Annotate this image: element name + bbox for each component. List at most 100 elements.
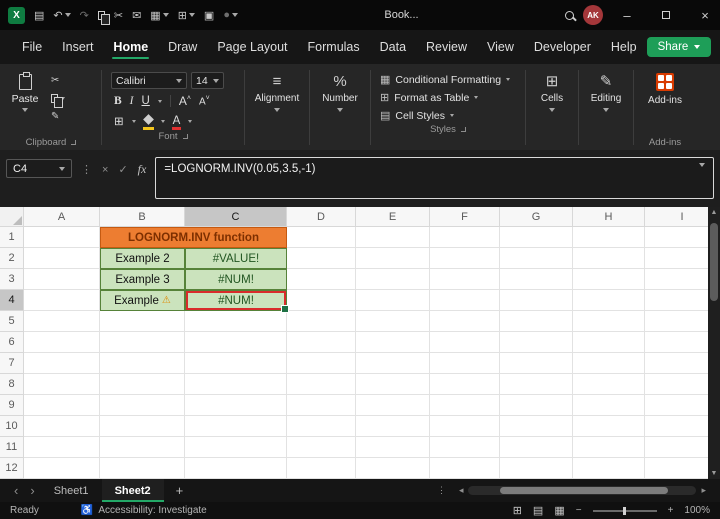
cell-D6[interactable]	[287, 332, 356, 353]
vertical-scroll-thumb[interactable]	[710, 223, 718, 301]
minimize-button[interactable]: –	[612, 0, 642, 30]
zoom-in-button[interactable]: +	[668, 505, 674, 516]
cell-G7[interactable]	[500, 353, 573, 374]
copy-button[interactable]	[51, 92, 65, 108]
cell-E11[interactable]	[356, 437, 430, 458]
redo-button[interactable]: ↷	[80, 9, 89, 22]
menu-help[interactable]: Help	[601, 30, 647, 64]
cell-E7[interactable]	[356, 353, 430, 374]
row-header-6[interactable]: 6	[0, 332, 24, 353]
cell-G1[interactable]	[500, 227, 573, 248]
bold-button[interactable]: B	[114, 95, 122, 107]
cell-G11[interactable]	[500, 437, 573, 458]
row-header-12[interactable]: 12	[0, 458, 24, 479]
column-header-D[interactable]: D	[287, 207, 356, 227]
cell-H1[interactable]	[573, 227, 645, 248]
cell-F4[interactable]	[430, 290, 500, 311]
cell-styles-button[interactable]: ▤ Cell Styles	[380, 109, 520, 122]
horizontal-scrollbar[interactable]	[468, 486, 697, 495]
cell-E9[interactable]	[356, 395, 430, 416]
cell-G8[interactable]	[500, 374, 573, 395]
cell-G5[interactable]	[500, 311, 573, 332]
number-button[interactable]: % Number	[313, 67, 367, 150]
cell-F6[interactable]	[430, 332, 500, 353]
cell-A10[interactable]	[24, 416, 100, 437]
alignment-button[interactable]: ≡ Alignment	[248, 67, 306, 150]
copy-icon[interactable]	[97, 10, 110, 25]
cell-A9[interactable]	[24, 395, 100, 416]
cell-B5[interactable]	[100, 311, 185, 332]
cell-C12[interactable]	[185, 458, 287, 479]
scroll-right-icon[interactable]: ▸	[701, 485, 706, 496]
cell-A7[interactable]	[24, 353, 100, 374]
menu-review[interactable]: Review	[416, 30, 477, 64]
cell-H5[interactable]	[573, 311, 645, 332]
row-header-3[interactable]: 3	[0, 269, 24, 290]
font-size-select[interactable]: 14	[191, 72, 224, 89]
cell-G3[interactable]	[500, 269, 573, 290]
dialog-launcher-icon[interactable]	[460, 127, 466, 132]
column-header-F[interactable]: F	[430, 207, 500, 227]
cell-E6[interactable]	[356, 332, 430, 353]
cell-G9[interactable]	[500, 395, 573, 416]
menu-page-layout[interactable]: Page Layout	[207, 30, 297, 64]
horizontal-scroll-thumb[interactable]	[500, 487, 669, 494]
previous-sheet-icon[interactable]: ‹	[8, 483, 24, 498]
row-header-5[interactable]: 5	[0, 311, 24, 332]
search-icon[interactable]	[565, 10, 574, 20]
cell-A2[interactable]	[24, 248, 100, 269]
cell-E10[interactable]	[356, 416, 430, 437]
cell-H11[interactable]	[573, 437, 645, 458]
select-all-corner[interactable]	[0, 207, 24, 227]
cell-F11[interactable]	[430, 437, 500, 458]
sheet-tab-sheet2[interactable]: Sheet2	[101, 479, 164, 502]
cell-C9[interactable]	[185, 395, 287, 416]
tab-options-icon[interactable]: ⋮	[429, 485, 454, 496]
scroll-left-icon[interactable]: ◂	[459, 485, 464, 496]
vertical-scrollbar[interactable]: ▲ ▼	[708, 207, 720, 479]
cell-F12[interactable]	[430, 458, 500, 479]
cell-A3[interactable]	[24, 269, 100, 290]
accessibility-status[interactable]: ♿ Accessibility: Investigate	[81, 505, 207, 516]
row-header-2[interactable]: 2	[0, 248, 24, 269]
paste-button[interactable]: Paste	[4, 67, 46, 112]
font-color-button[interactable]: A	[171, 115, 181, 130]
cell-A11[interactable]	[24, 437, 100, 458]
menu-draw[interactable]: Draw	[158, 30, 207, 64]
row-header-8[interactable]: 8	[0, 374, 24, 395]
font-name-select[interactable]: Calibri	[111, 72, 187, 89]
conditional-formatting-button[interactable]: ▦ Conditional Formatting	[380, 73, 520, 86]
zoom-out-button[interactable]: −	[576, 505, 582, 516]
column-header-A[interactable]: A	[24, 207, 100, 227]
column-header-G[interactable]: G	[500, 207, 573, 227]
close-button[interactable]: ×	[690, 0, 720, 30]
menu-file[interactable]: File	[12, 30, 52, 64]
cell-C2[interactable]: #VALUE!	[185, 248, 287, 269]
cell-E1[interactable]	[356, 227, 430, 248]
column-header-C[interactable]: C	[185, 207, 287, 227]
cell-A6[interactable]	[24, 332, 100, 353]
cell-F10[interactable]	[430, 416, 500, 437]
cell-B1[interactable]: LOGNORM.INV function	[100, 227, 287, 248]
cell-D9[interactable]	[287, 395, 356, 416]
row-header-9[interactable]: 9	[0, 395, 24, 416]
cell-A5[interactable]	[24, 311, 100, 332]
cell-E8[interactable]	[356, 374, 430, 395]
cell-H6[interactable]	[573, 332, 645, 353]
cell-B12[interactable]	[100, 458, 185, 479]
cell-F2[interactable]	[430, 248, 500, 269]
cell-C3[interactable]: #NUM!	[185, 269, 287, 290]
cell-G2[interactable]	[500, 248, 573, 269]
cell-H8[interactable]	[573, 374, 645, 395]
name-box[interactable]: C4	[6, 159, 72, 178]
column-header-B[interactable]: B	[100, 207, 185, 227]
cell-B9[interactable]	[100, 395, 185, 416]
cell-C10[interactable]	[185, 416, 287, 437]
cell-F9[interactable]	[430, 395, 500, 416]
cell-E2[interactable]	[356, 248, 430, 269]
menu-developer[interactable]: Developer	[524, 30, 601, 64]
account-avatar[interactable]: AK	[583, 5, 603, 25]
grow-font-button[interactable]: A˄	[179, 94, 191, 108]
shrink-font-button[interactable]: A˅	[199, 95, 210, 107]
underline-button[interactable]: U	[142, 95, 150, 107]
